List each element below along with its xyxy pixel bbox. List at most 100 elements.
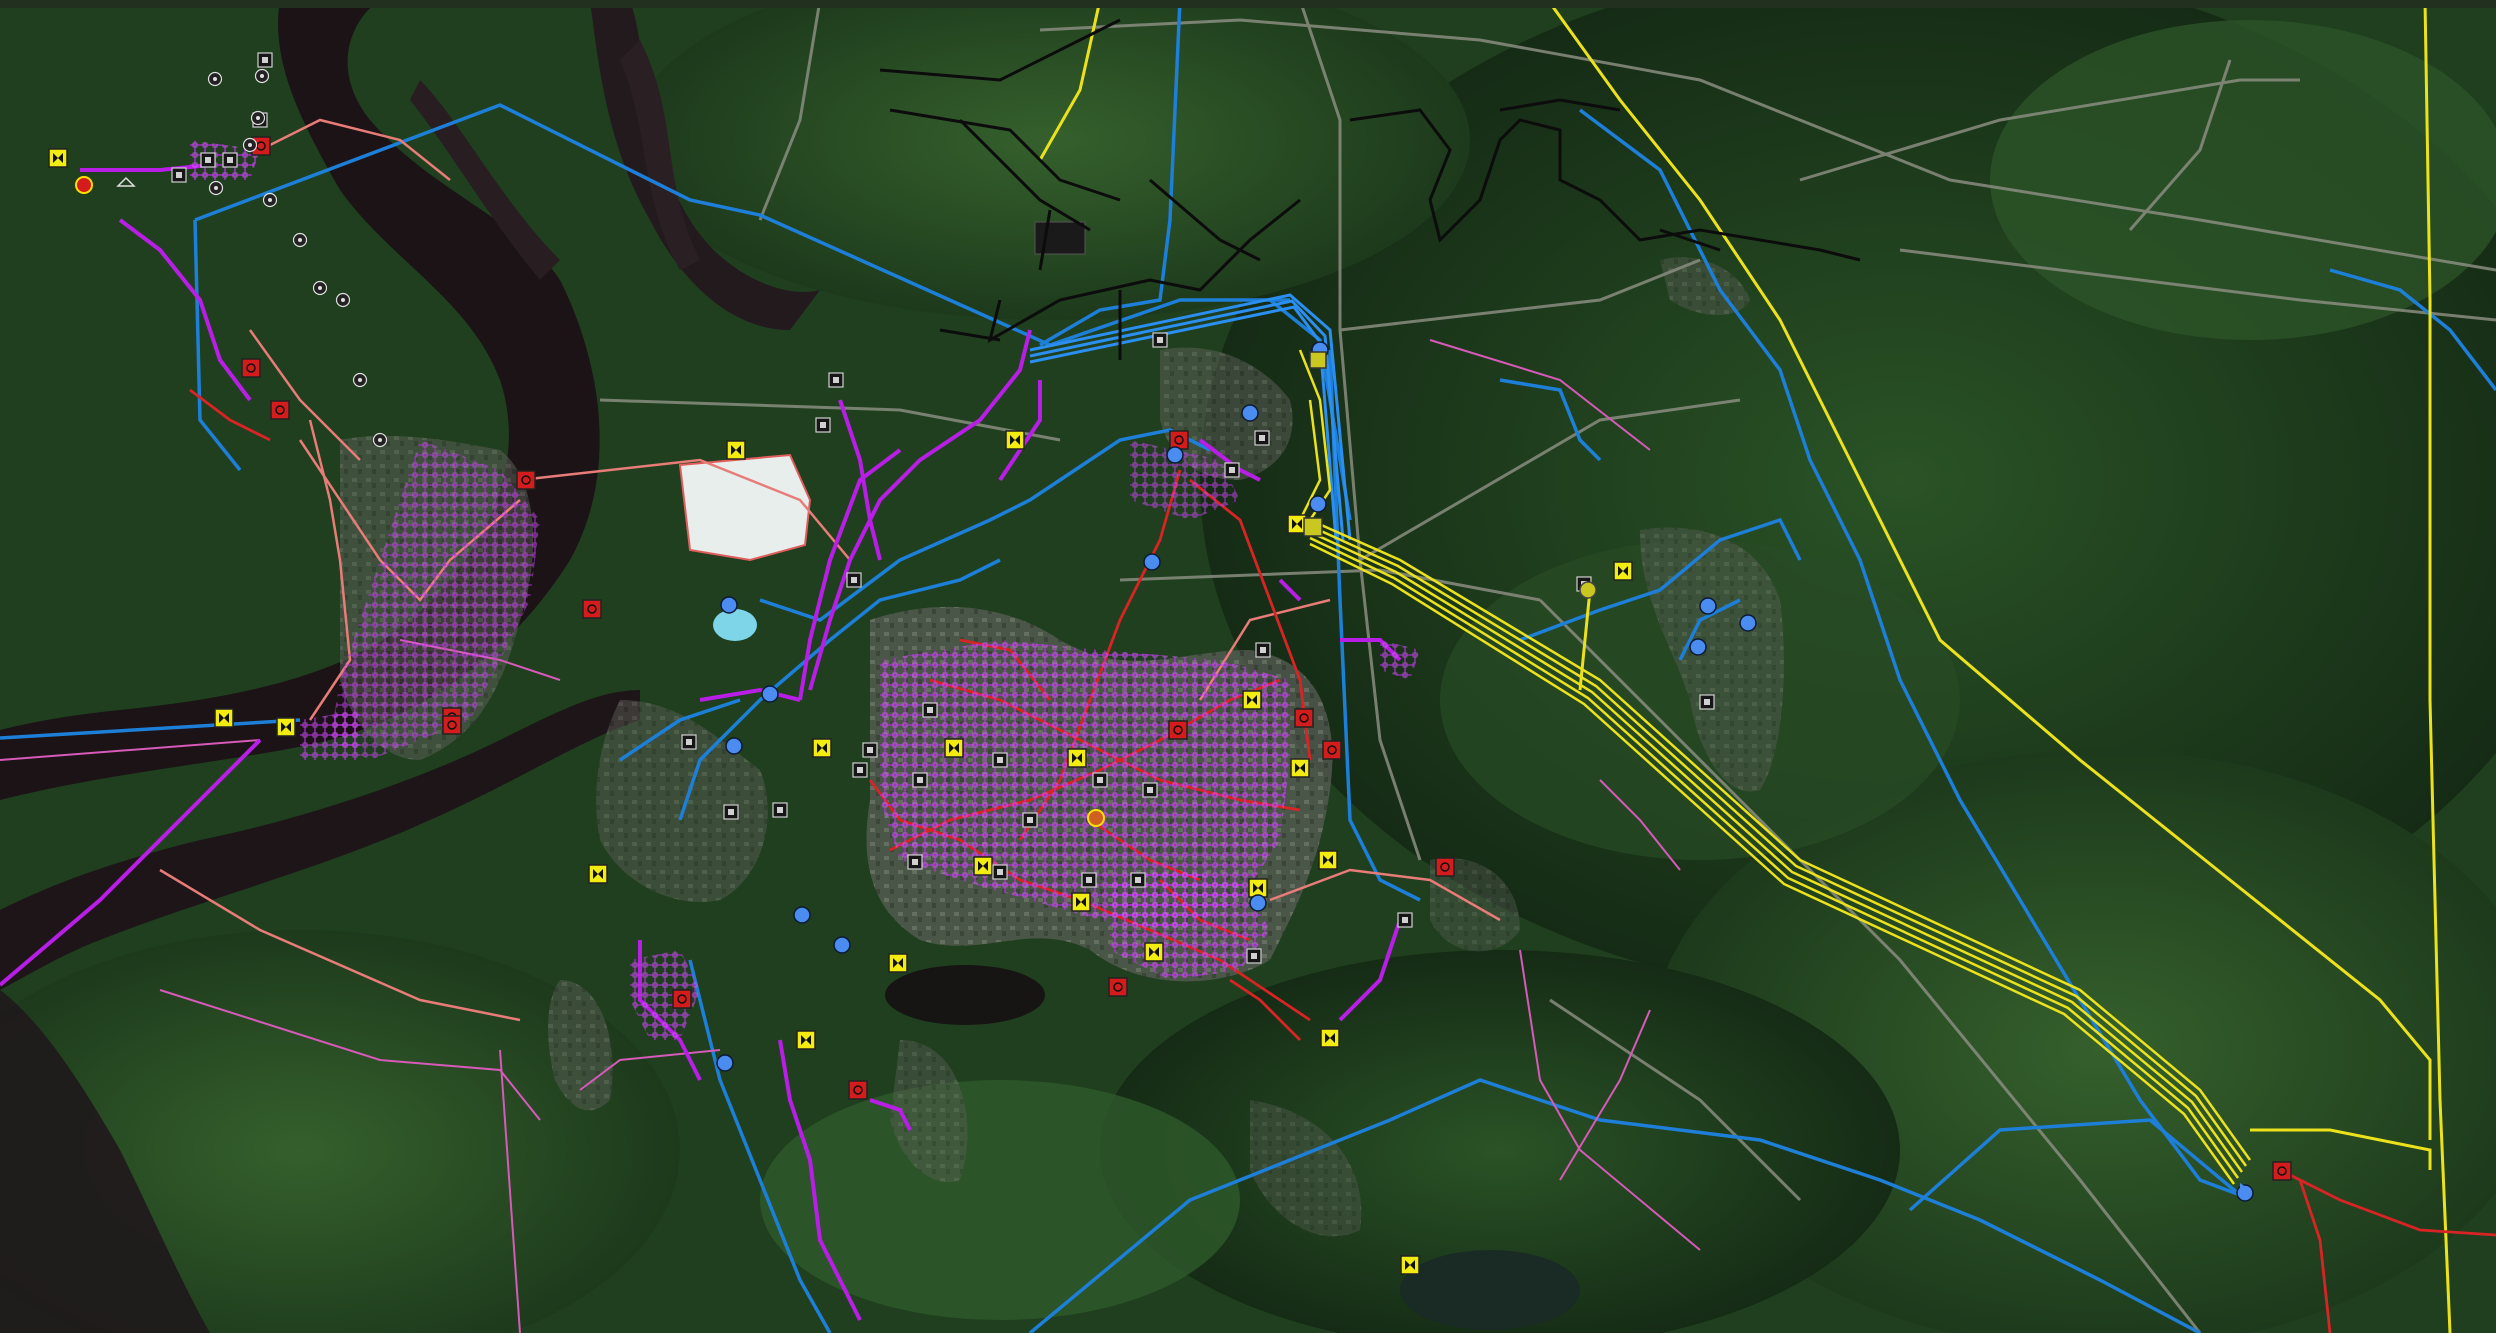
substation-icon[interactable]: [1309, 351, 1327, 369]
breaker-icon[interactable]: [1322, 740, 1342, 760]
switch-icon[interactable]: [1242, 690, 1262, 710]
breaker-icon[interactable]: [1435, 857, 1455, 877]
lake: [885, 965, 1045, 1025]
substation-icon[interactable]: [992, 864, 1008, 880]
transformer-icon[interactable]: [761, 685, 779, 703]
substation-icon[interactable]: [828, 372, 844, 388]
transformer-icon[interactable]: [833, 936, 851, 954]
breaker-icon[interactable]: [241, 358, 261, 378]
plant-icon[interactable]: [250, 110, 266, 126]
substation-icon[interactable]: [681, 734, 697, 750]
switch-icon[interactable]: [1318, 850, 1338, 870]
breaker-icon[interactable]: [1168, 720, 1188, 740]
plant-icon[interactable]: [352, 372, 368, 388]
top-edge: [0, 0, 2496, 8]
transformer-icon[interactable]: [716, 1054, 734, 1072]
substation-icon[interactable]: [171, 167, 187, 183]
breaker-icon[interactable]: [270, 400, 290, 420]
forest-area: [760, 1080, 1240, 1320]
plant-icon[interactable]: [262, 192, 278, 208]
substation-icon[interactable]: [852, 762, 868, 778]
switch-icon[interactable]: [1400, 1255, 1420, 1275]
substation-icon[interactable]: [1130, 872, 1146, 888]
switch-icon[interactable]: [1290, 758, 1310, 778]
map-canvas[interactable]: [0, 0, 2496, 1333]
substation-icon[interactable]: [1142, 782, 1158, 798]
plant-icon[interactable]: [208, 180, 224, 196]
substation-icon[interactable]: [1397, 912, 1413, 928]
substation-icon[interactable]: [1022, 812, 1038, 828]
substation-icon[interactable]: [723, 804, 739, 820]
switch-icon[interactable]: [48, 148, 68, 168]
transformer-icon[interactable]: [1166, 446, 1184, 464]
tailings-pond: [678, 453, 812, 562]
map-viewport[interactable]: [0, 0, 2496, 1333]
substation-icon[interactable]: [922, 702, 938, 718]
transformer-icon[interactable]: [1143, 553, 1161, 571]
transformer-icon[interactable]: [793, 906, 811, 924]
switch-icon[interactable]: [1067, 748, 1087, 768]
substation-icon[interactable]: [1699, 694, 1715, 710]
switch-icon[interactable]: [812, 738, 832, 758]
switch-icon[interactable]: [973, 856, 993, 876]
plant-icon[interactable]: [207, 71, 223, 87]
breaker-icon[interactable]: [2272, 1161, 2292, 1181]
substation-icon[interactable]: [1152, 332, 1168, 348]
breaker-icon[interactable]: [672, 989, 692, 1009]
transformer-icon[interactable]: [725, 737, 743, 755]
transformer-icon[interactable]: [1241, 404, 1259, 422]
substation-icon[interactable]: [1224, 462, 1240, 478]
plant-icon[interactable]: [242, 137, 258, 153]
switch-icon[interactable]: [214, 708, 234, 728]
substation-icon[interactable]: [815, 417, 831, 433]
switch-icon[interactable]: [796, 1030, 816, 1050]
transformer-icon[interactable]: [1689, 638, 1707, 656]
substation-icon[interactable]: [1246, 948, 1262, 964]
breaker-icon[interactable]: [848, 1080, 868, 1100]
plant-icon[interactable]: [75, 176, 93, 194]
substation-icon[interactable]: [200, 152, 216, 168]
lake: [1400, 1250, 1580, 1330]
plant-icon[interactable]: [254, 68, 270, 84]
transformer-icon[interactable]: [1249, 894, 1267, 912]
switch-icon[interactable]: [1320, 1028, 1340, 1048]
substation-icon[interactable]: [772, 802, 788, 818]
switch-icon[interactable]: [1005, 430, 1025, 450]
substation-icon[interactable]: [1092, 772, 1108, 788]
substation-icon[interactable]: [907, 854, 923, 870]
substation-icon[interactable]: [862, 742, 878, 758]
transformer-icon[interactable]: [1579, 581, 1597, 599]
switch-icon[interactable]: [726, 440, 746, 460]
plant-icon[interactable]: [292, 232, 308, 248]
substation-icon[interactable]: [1255, 642, 1271, 658]
transformer-icon[interactable]: [1309, 495, 1327, 513]
transformer-icon[interactable]: [1739, 614, 1757, 632]
plant-icon[interactable]: [1087, 809, 1105, 827]
switch-icon[interactable]: [888, 953, 908, 973]
plant-icon[interactable]: [372, 432, 388, 448]
breaker-icon[interactable]: [1169, 430, 1189, 450]
breaker-icon[interactable]: [516, 470, 536, 490]
transformer-icon[interactable]: [720, 596, 738, 614]
plant-icon[interactable]: [312, 280, 328, 296]
switch-icon[interactable]: [588, 864, 608, 884]
switch-icon[interactable]: [944, 738, 964, 758]
breaker-icon[interactable]: [582, 599, 602, 619]
transformer-icon[interactable]: [1699, 597, 1717, 615]
breaker-icon[interactable]: [1108, 977, 1128, 997]
substation-icon[interactable]: [846, 572, 862, 588]
substation-icon[interactable]: [257, 52, 273, 68]
substation-icon[interactable]: [1303, 517, 1323, 537]
plant-icon[interactable]: [335, 292, 351, 308]
substation-icon[interactable]: [912, 772, 928, 788]
substation-icon[interactable]: [222, 152, 238, 168]
switch-icon[interactable]: [1071, 892, 1091, 912]
switch-icon[interactable]: [1144, 942, 1164, 962]
switch-icon[interactable]: [276, 717, 296, 737]
breaker-icon[interactable]: [1294, 708, 1314, 728]
substation-icon[interactable]: [1254, 430, 1270, 446]
switch-icon[interactable]: [1613, 561, 1633, 581]
substation-icon[interactable]: [992, 752, 1008, 768]
substation-icon[interactable]: [1081, 872, 1097, 888]
breaker-icon[interactable]: [442, 715, 462, 735]
